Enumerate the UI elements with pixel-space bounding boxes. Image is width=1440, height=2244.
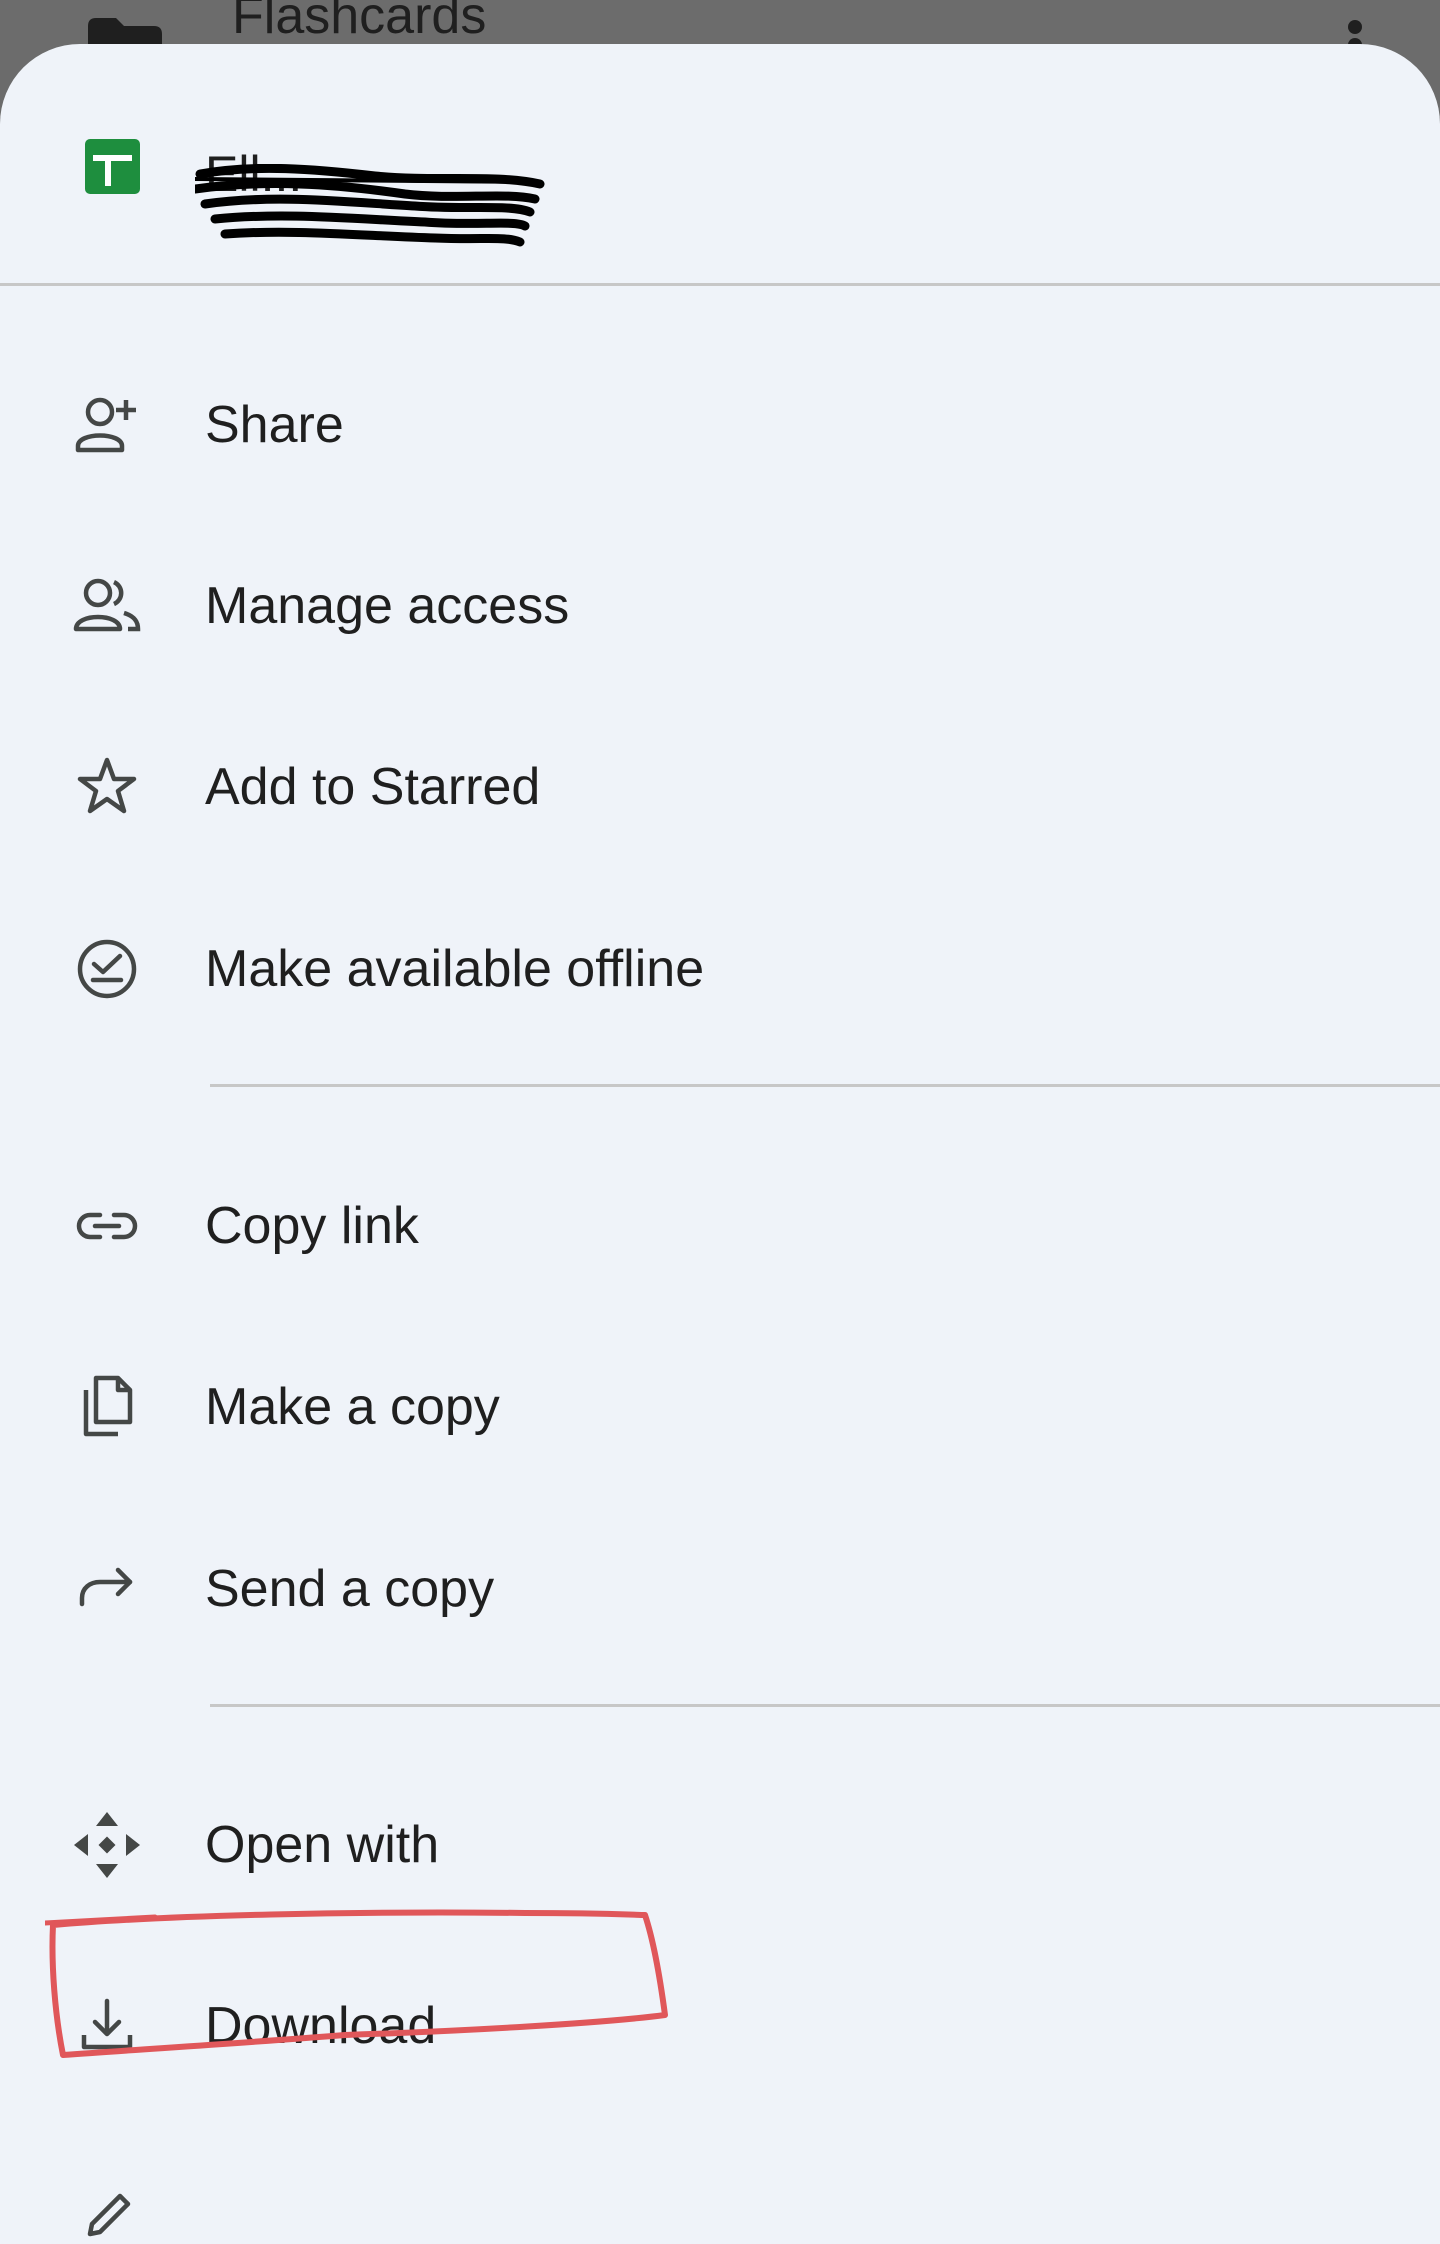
google-sheets-icon	[85, 139, 140, 194]
star-outline-icon	[72, 752, 142, 822]
menu-item-label: Copy link	[205, 1197, 419, 1255]
pencil-icon	[72, 2174, 142, 2244]
sheet-header: Ell...	[0, 44, 1440, 284]
link-icon	[72, 1191, 142, 1261]
menu-item-open-with[interactable]: Open with	[0, 1770, 1440, 1920]
menu-item-send-a-copy[interactable]: Send a copy	[0, 1514, 1440, 1664]
menu-item-download[interactable]: Download	[0, 1951, 1440, 2101]
menu-item-label: Make a copy	[205, 1378, 500, 1436]
person-add-icon	[72, 390, 142, 460]
menu-item-label: Manage access	[205, 577, 570, 635]
menu-item-label: Send a copy	[205, 1560, 495, 1618]
menu-item-label: Share	[205, 396, 344, 454]
menu-item-label: Open with	[205, 1816, 440, 1874]
redaction-scribble	[195, 164, 545, 247]
file-actions-bottom-sheet: Ell... Share Manage access Add to Starre…	[0, 44, 1440, 2244]
download-icon	[72, 1991, 142, 2061]
open-with-icon	[72, 1810, 142, 1880]
menu-item-label: Make available offline	[205, 940, 705, 998]
section-divider	[210, 1084, 1440, 1087]
menu-item-manage-access[interactable]: Manage access	[0, 531, 1440, 681]
menu-item-share[interactable]: Share	[0, 350, 1440, 500]
forward-arrow-icon	[72, 1554, 142, 1624]
menu-item-make-a-copy[interactable]: Make a copy	[0, 1332, 1440, 1482]
menu-item-partial[interactable]	[0, 2134, 1440, 2244]
copy-icon	[72, 1372, 142, 1442]
header-divider	[0, 283, 1440, 286]
menu-item-label: Add to Starred	[205, 758, 541, 816]
offline-check-icon	[72, 934, 142, 1004]
menu-item-label: Download	[205, 1997, 437, 2055]
section-divider	[210, 1704, 1440, 1707]
people-icon	[72, 571, 142, 641]
menu-item-copy-link[interactable]: Copy link	[0, 1151, 1440, 1301]
menu-item-add-to-starred[interactable]: Add to Starred	[0, 712, 1440, 862]
menu-item-make-available-offline[interactable]: Make available offline	[0, 894, 1440, 1044]
background-folder-title: Flashcards	[232, 0, 487, 45]
